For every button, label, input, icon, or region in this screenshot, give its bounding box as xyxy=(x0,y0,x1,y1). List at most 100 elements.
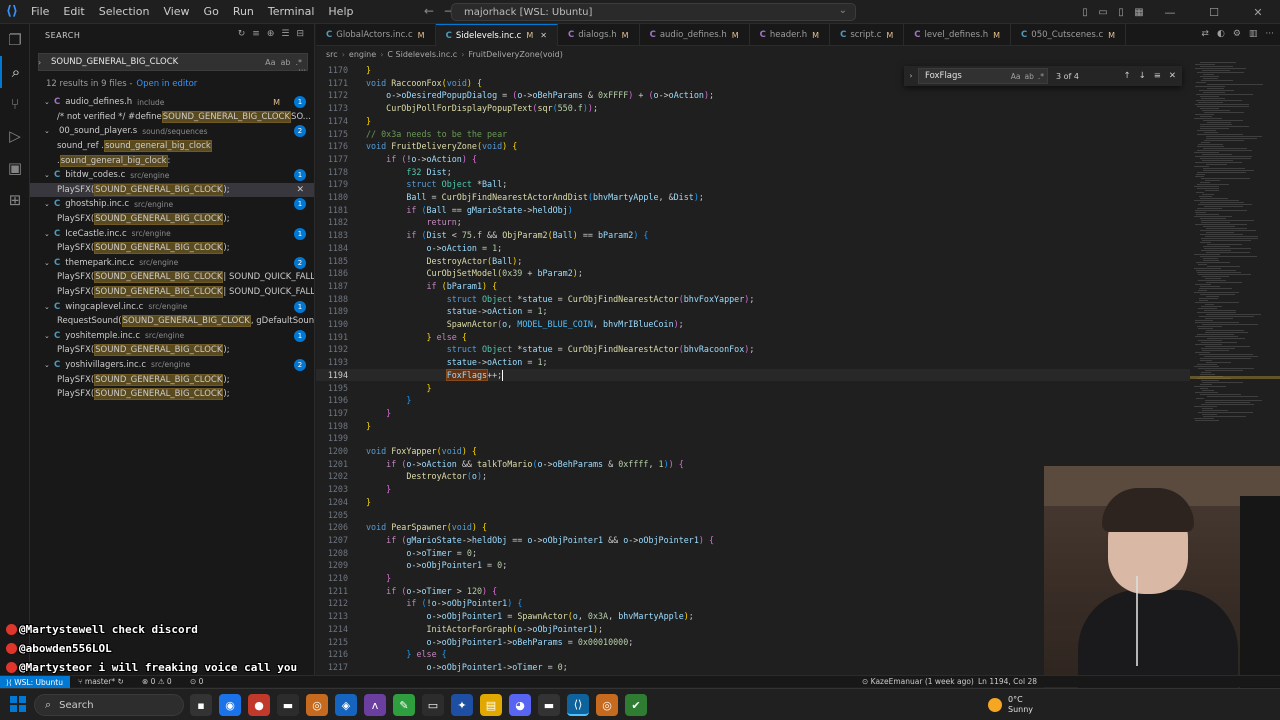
app-dark-blue-icon[interactable]: ✦ xyxy=(451,694,473,716)
weather-widget[interactable]: 0°C Sunny xyxy=(988,695,1033,715)
breadcrumb-item[interactable]: src xyxy=(326,50,338,59)
blender-2-icon[interactable]: ◎ xyxy=(596,694,618,716)
tab-level-defines-h[interactable]: Clevel_defines.h M xyxy=(904,24,1012,46)
result-match[interactable]: RequestSound(SOUND_GENERAL_BIG_CLOCK, gD… xyxy=(30,314,314,329)
source-control-icon[interactable]: ⑂ xyxy=(0,88,30,120)
code-line[interactable]: 1200 void FoxYapper(void) { xyxy=(316,445,1190,458)
result-file[interactable]: ⌄ 00_sound_player.s sound/sequences 2 xyxy=(30,124,314,139)
blender-icon[interactable]: ◎ xyxy=(306,694,328,716)
code-line[interactable]: 1183 if (Dist < 75.f && ObjParam2(Ball) … xyxy=(316,229,1190,242)
code-line[interactable]: 1173 CurObjPollForDisplayPopupText(sqr(5… xyxy=(316,102,1190,115)
tab-globalactors-inc-c[interactable]: C GlobalActors.inc.c M xyxy=(316,24,436,46)
result-match[interactable]: . sound_general_big_clock: xyxy=(30,153,314,168)
result-file[interactable]: ⌄ C IceCastle.inc.c src/engine 1 xyxy=(30,226,314,241)
tab-header-h[interactable]: Cheader.h M xyxy=(750,24,831,46)
menu-help[interactable]: Help xyxy=(321,0,360,24)
minimap-slider[interactable] xyxy=(1190,376,1280,379)
toggle-replace-icon[interactable]: › xyxy=(38,58,41,67)
git-branch[interactable]: ⑂ master* ↻ xyxy=(78,677,124,686)
code-line[interactable]: 1187 if (bParam1) { xyxy=(316,280,1190,293)
compare-icon[interactable]: ⇄ xyxy=(1201,29,1209,39)
code-line[interactable]: 1192 struct Object *statue = CurObjFindN… xyxy=(316,343,1190,356)
more-actions-icon[interactable]: ··· xyxy=(1265,29,1274,39)
open-in-editor-link[interactable]: Open in editor xyxy=(136,79,197,89)
vscode-logo-icon[interactable]: ⟨⟩ xyxy=(0,0,24,24)
result-match[interactable]: PlaySFX(SOUND_GENERAL_BIG_CLOCK | SOUND_… xyxy=(30,270,314,285)
clear-results-icon[interactable]: ≡ xyxy=(252,29,260,39)
tab-audio-defines-h[interactable]: Caudio_defines.h M xyxy=(640,24,750,46)
settings-icon[interactable]: ⚙ xyxy=(1233,29,1241,39)
file-explorer-icon[interactable]: ▤ xyxy=(480,694,502,716)
match-whole-word-icon[interactable]: ab xyxy=(1025,72,1034,81)
tab-sidelevels-inc-c[interactable]: C Sidelevels.inc.c M ✕ xyxy=(435,24,558,46)
toggle-secondary-sidebar-icon[interactable]: ▯ xyxy=(1112,7,1130,18)
minimize-button[interactable]: — xyxy=(1148,6,1192,19)
git-blame[interactable]: ⊙ KazeEmanuar (1 week ago) xyxy=(862,677,974,686)
code-line[interactable]: 1177 if (!o->oAction) { xyxy=(316,153,1190,166)
code-line[interactable]: 1195 } xyxy=(316,382,1190,395)
code-line[interactable]: 1194 FoxFlags++; xyxy=(316,368,1190,382)
chevron-down-icon[interactable]: ⌄ xyxy=(44,171,54,179)
previous-match-icon[interactable]: ↑ xyxy=(1124,71,1131,81)
chrome-icon[interactable]: ◉ xyxy=(219,694,241,716)
result-file[interactable]: ⌄ Cthemepark.inc.c src/engine 2 xyxy=(30,256,314,271)
breadcrumb-item[interactable]: engine xyxy=(349,50,376,59)
back-arrow-icon[interactable]: ← xyxy=(424,4,434,18)
breadcrumb-item[interactable]: FruitDeliveryZone(void) xyxy=(468,50,562,59)
app-green-icon[interactable]: ✔ xyxy=(625,694,647,716)
code-line[interactable]: 1182 return; xyxy=(316,216,1190,229)
chevron-down-icon[interactable]: ⌄ xyxy=(44,230,54,238)
ports-indicator[interactable]: ⊙ 0 xyxy=(190,677,203,686)
match-case-icon[interactable]: Aa xyxy=(1011,72,1021,81)
result-match[interactable]: PlaySFX(SOUND_GENERAL_BIG_CLOCK); xyxy=(30,372,314,387)
remote-indicator[interactable]: ⟩⟨ WSL: Ubuntu xyxy=(0,676,70,688)
code-line[interactable]: 1176 void FruitDeliveryZone(void) { xyxy=(316,140,1190,153)
code-line[interactable]: 1172 o->oDesiredPopupDialog = (o->oBehPa… xyxy=(316,89,1190,102)
result-file[interactable]: ⌄ Cghostship.inc.c src/engine 1 xyxy=(30,197,314,212)
taskbar-search[interactable]: ⌕ Search xyxy=(34,694,184,716)
more-options-icon[interactable]: ··· xyxy=(298,66,306,75)
new-search-editor-icon[interactable]: ⊕ xyxy=(267,29,275,39)
find-input[interactable]: FoxFlags Aa ab .* xyxy=(918,68,1048,84)
result-match[interactable]: PlaySFX(SOUND_GENERAL_BIG_CLOCK); xyxy=(30,241,314,256)
menu-terminal[interactable]: Terminal xyxy=(261,0,322,24)
extensions-icon[interactable]: ⊞ xyxy=(0,184,30,216)
match-whole-word-icon[interactable]: ab xyxy=(280,58,290,67)
command-center[interactable]: majorhack [WSL: Ubuntu] ⌄ xyxy=(451,3,856,21)
code-line[interactable]: 1193 statue->oAction = 1; xyxy=(316,356,1190,369)
menu-view[interactable]: View xyxy=(156,0,196,24)
next-match-icon[interactable]: ↓ xyxy=(1139,71,1146,81)
tab-dialogs-h[interactable]: Cdialogs.h M xyxy=(558,24,640,46)
result-match[interactable]: sound_ref . sound_general_big_clock xyxy=(30,139,314,154)
chevron-down-icon[interactable]: ⌄ xyxy=(44,259,54,267)
close-find-icon[interactable]: ✕ xyxy=(1169,71,1176,81)
result-file[interactable]: ⌄ Cyoshivillagers.inc.c src/engine 2 xyxy=(30,358,314,373)
result-file[interactable]: ⌄ Cbitdw_codes.c src/engine 1 xyxy=(30,168,314,183)
view-as-tree-icon[interactable]: ☰ xyxy=(281,29,289,39)
code-line[interactable]: 1186 CurObjSetModel(0x39 + bParam2); xyxy=(316,267,1190,280)
code-line[interactable]: 1185 DestroyActor(Ball); xyxy=(316,255,1190,268)
regex-icon[interactable]: .* xyxy=(1038,72,1044,81)
dismiss-result-icon[interactable]: ✕ xyxy=(296,185,304,195)
toggle-panel-icon[interactable]: ▭ xyxy=(1094,7,1112,18)
code-line[interactable]: 1184 o->oAction = 1; xyxy=(316,242,1190,255)
discord-icon[interactable]: ◕ xyxy=(509,694,531,716)
breadcrumb-item[interactable]: C Sidelevels.inc.c xyxy=(387,50,457,59)
code-line[interactable]: 1180 Ball = CurObjFindNearestActorAndDis… xyxy=(316,191,1190,204)
toggle-replace-icon[interactable]: › xyxy=(904,72,918,80)
search-icon[interactable]: ⌕ xyxy=(0,56,30,88)
chevron-down-icon[interactable]: ⌄ xyxy=(44,200,54,208)
toggle-sidebar-icon[interactable]: ▯ xyxy=(1076,7,1094,18)
chevron-down-icon[interactable]: ⌄ xyxy=(839,5,847,16)
code-line[interactable]: 1199 xyxy=(316,432,1190,445)
menu-go[interactable]: Go xyxy=(197,0,226,24)
remote-explorer-icon[interactable]: ▣ xyxy=(0,152,30,184)
explorer-icon[interactable]: ❐ xyxy=(0,24,30,56)
code-line[interactable]: 1174} xyxy=(316,115,1190,128)
chevron-down-icon[interactable]: ⌄ xyxy=(44,98,54,106)
refresh-icon[interactable]: ↻ xyxy=(238,29,246,39)
chevron-down-icon[interactable]: ⌄ xyxy=(44,332,54,340)
open-changes-icon[interactable]: ◐ xyxy=(1217,29,1225,39)
result-match[interactable]: /* not verified */ #define SOUND_GENERAL… xyxy=(30,110,314,125)
code-line[interactable]: 1191 } else { xyxy=(316,331,1190,344)
